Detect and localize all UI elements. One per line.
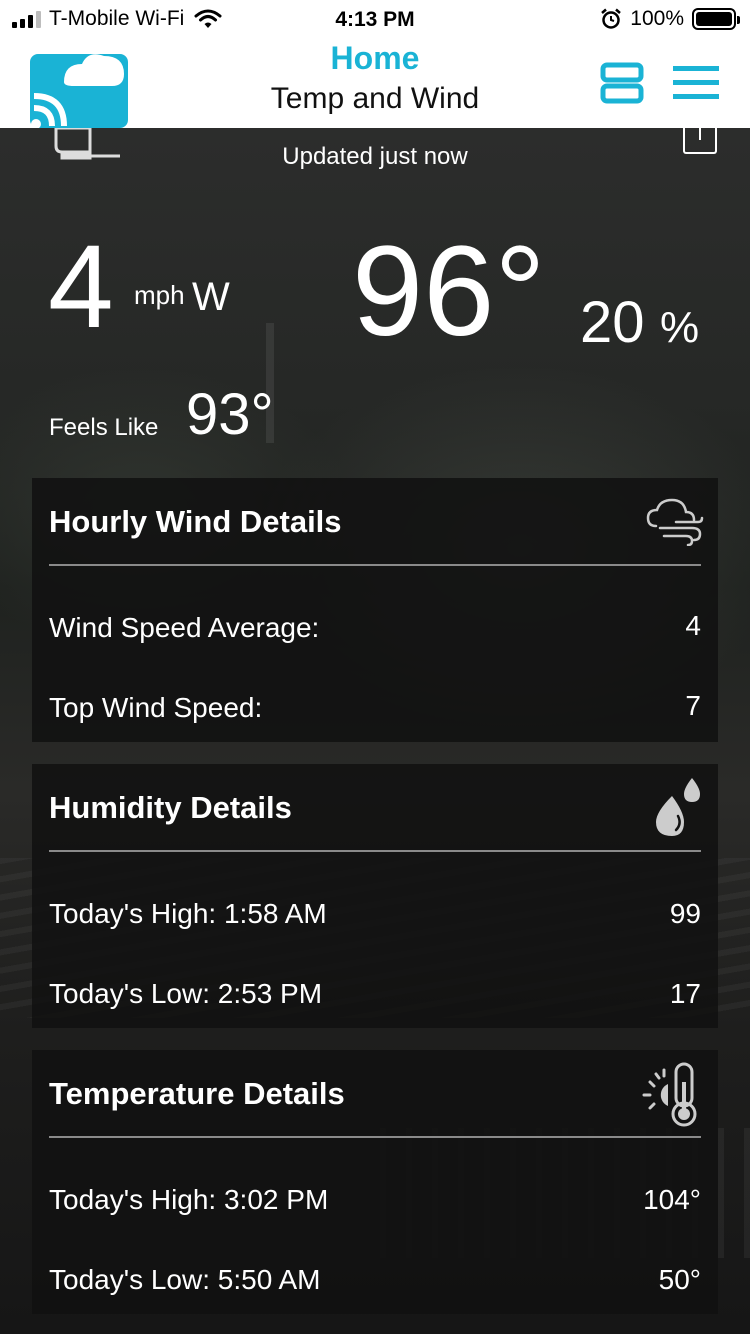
sun-thermometer-icon	[642, 1062, 697, 1127]
status-bar: T-Mobile Wi-Fi 4:13 PM 100%	[0, 0, 750, 40]
temperature-value: 96°	[352, 220, 546, 363]
top-wind-value: 7	[685, 690, 701, 721]
humidity-high-label: Today's High: 1:58 AM	[49, 898, 327, 929]
temperature-panel-divider	[49, 1136, 701, 1138]
wind-panel-divider	[49, 564, 701, 566]
wind-speed-unit: mph	[134, 280, 185, 310]
status-bar-right: 100%	[600, 7, 740, 31]
share-icon[interactable]	[683, 128, 717, 154]
updated-status: Updated just now	[282, 143, 468, 170]
feels-like-label: Feels Like	[49, 414, 159, 441]
humidity-panel-divider	[49, 850, 701, 852]
nav-header: Home Temp and Wind	[0, 40, 750, 128]
humidity-unit: %	[660, 303, 700, 352]
temperature-low-label: Today's Low: 5:50 AM	[49, 1264, 321, 1295]
humidity-high-value: 99	[669, 898, 701, 929]
hamburger-menu-icon[interactable]	[673, 66, 719, 100]
temperature-high-value: 104°	[643, 1184, 701, 1215]
temperature-low-value: 50°	[658, 1264, 701, 1295]
top-wind-label: Top Wind Speed:	[49, 692, 263, 723]
temperature-details-panel[interactable]: Temperature Details Today's High: 3:02 P…	[32, 1050, 718, 1314]
water-drops-icon	[656, 778, 700, 836]
humidity-details-panel[interactable]: Humidity Details Today's High: 1:58 AM 9…	[32, 764, 718, 1028]
wind-panel-title: Hourly Wind Details	[49, 504, 342, 539]
temperature-panel-title: Temperature Details	[49, 1076, 345, 1111]
humidity-panel-title: Humidity Details	[49, 790, 292, 825]
battery-icon	[692, 8, 740, 30]
wind-speed-value: 4	[48, 221, 114, 353]
feels-like-value: 93°	[186, 382, 274, 447]
humidity-low-value: 17	[669, 978, 701, 1009]
humidity-value: 20	[580, 290, 645, 355]
wind-average-label: Wind Speed Average:	[49, 612, 320, 643]
temperature-high-label: Today's High: 3:02 PM	[49, 1184, 329, 1215]
battery-percent: 100%	[630, 7, 684, 30]
layout-toggle-icon[interactable]	[600, 62, 644, 104]
alarm-icon	[601, 8, 622, 29]
wind-details-panel[interactable]: Hourly Wind Details Wind Speed Average: …	[32, 478, 718, 742]
wind-cloud-icon	[646, 498, 704, 546]
wind-average-value: 4	[685, 610, 701, 641]
wind-direction: W	[192, 275, 230, 319]
humidity-low-label: Today's Low: 2:53 PM	[49, 978, 323, 1009]
